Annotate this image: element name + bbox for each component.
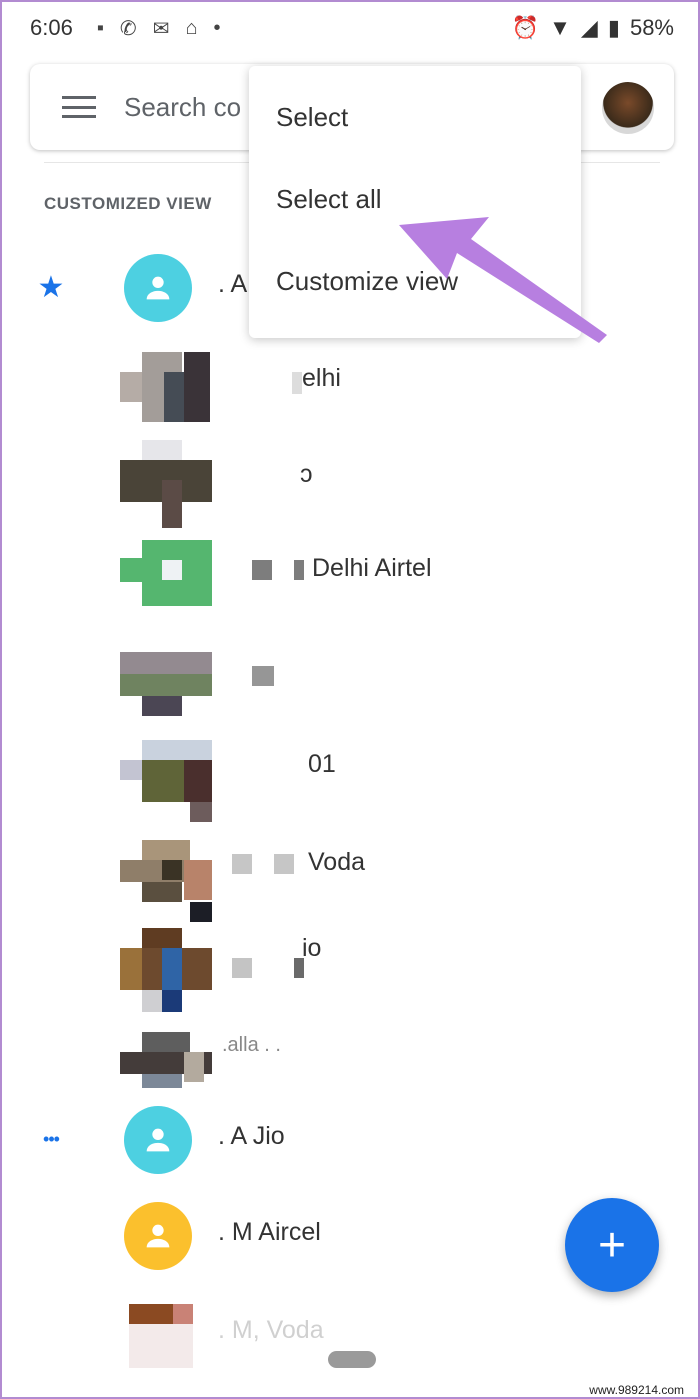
- contact-row[interactable]: ɔ: [2, 430, 700, 528]
- contact-row[interactable]: Voda: [2, 818, 700, 922]
- avatar: [120, 638, 212, 718]
- battery-level: 58%: [629, 15, 674, 40]
- menu-item-select-all[interactable]: Select all: [249, 158, 581, 240]
- contact-name: . A: [218, 270, 248, 298]
- menu-item-customize-view[interactable]: Customize view: [249, 240, 581, 322]
- contact-row[interactable]: Delhi Airtel: [2, 524, 700, 616]
- contact-name: io: [302, 934, 322, 962]
- wifi-icon: ▼: [549, 15, 571, 40]
- avatar: [120, 344, 212, 424]
- person-icon: [146, 1224, 170, 1248]
- avatar: [120, 730, 212, 822]
- person-icon: [146, 1128, 170, 1152]
- menu-icon[interactable]: [62, 96, 96, 118]
- contact-name: . M, Voda: [218, 1316, 324, 1344]
- contact-name: Voda: [308, 848, 366, 876]
- contact-row[interactable]: ••• . A Jio: [2, 1092, 700, 1184]
- avatar: [124, 254, 192, 322]
- more-dots-icon: •••: [43, 1128, 60, 1149]
- signal-icon: ◢: [580, 15, 598, 40]
- avatar: [120, 440, 212, 528]
- gesture-handle[interactable]: [328, 1351, 376, 1368]
- add-contact-button[interactable]: +: [565, 1198, 659, 1292]
- contact-row[interactable]: [2, 628, 700, 720]
- star-icon: ★: [37, 270, 65, 304]
- email-icon: ✉: [152, 17, 170, 40]
- avatar: [124, 1202, 192, 1270]
- contact-row[interactable]: io: [2, 914, 700, 1012]
- alarm-icon: ⏰: [511, 15, 540, 40]
- watermark: www.989214.com: [589, 1383, 684, 1397]
- contact-name: elhi: [302, 364, 341, 392]
- contact-name: Delhi Airtel: [312, 554, 432, 582]
- account-avatar[interactable]: [602, 82, 654, 134]
- avatar: [124, 1106, 192, 1174]
- contact-name: ɔ: [300, 460, 313, 488]
- menu-item-select[interactable]: Select: [249, 76, 581, 158]
- missed-call-icon: ✆: [119, 17, 137, 40]
- contact-row[interactable]: .alla . .: [2, 1012, 700, 1104]
- avatar: [120, 1022, 212, 1102]
- battery-icon: ▮: [607, 15, 620, 40]
- contact-name: 01: [308, 750, 336, 778]
- contact-row[interactable]: elhi: [2, 334, 700, 426]
- avatar: [129, 1296, 221, 1376]
- contact-name: . M Aircel: [218, 1218, 321, 1246]
- contact-row[interactable]: 01: [2, 720, 700, 822]
- status-bar: 6:06 ▪ ✆ ✉ ⌂ • ⏰ ▼ ◢ ▮ 58%: [2, 2, 700, 54]
- clock: 6:06: [30, 15, 73, 40]
- contact-name: . A Jio: [218, 1122, 285, 1150]
- opened-mail-icon: ⌂: [185, 16, 198, 39]
- search-input[interactable]: Search co: [124, 92, 241, 123]
- avatar: [120, 924, 212, 1012]
- avatar: [120, 534, 212, 614]
- message-icon: ▪: [96, 16, 104, 39]
- person-icon: [146, 276, 170, 300]
- dot-icon: •: [213, 16, 221, 39]
- section-label: CUSTOMIZED VIEW: [44, 194, 212, 213]
- avatar: [120, 828, 212, 922]
- contact-name: .alla . .: [222, 1034, 281, 1056]
- overflow-menu: Select Select all Customize view: [249, 66, 581, 338]
